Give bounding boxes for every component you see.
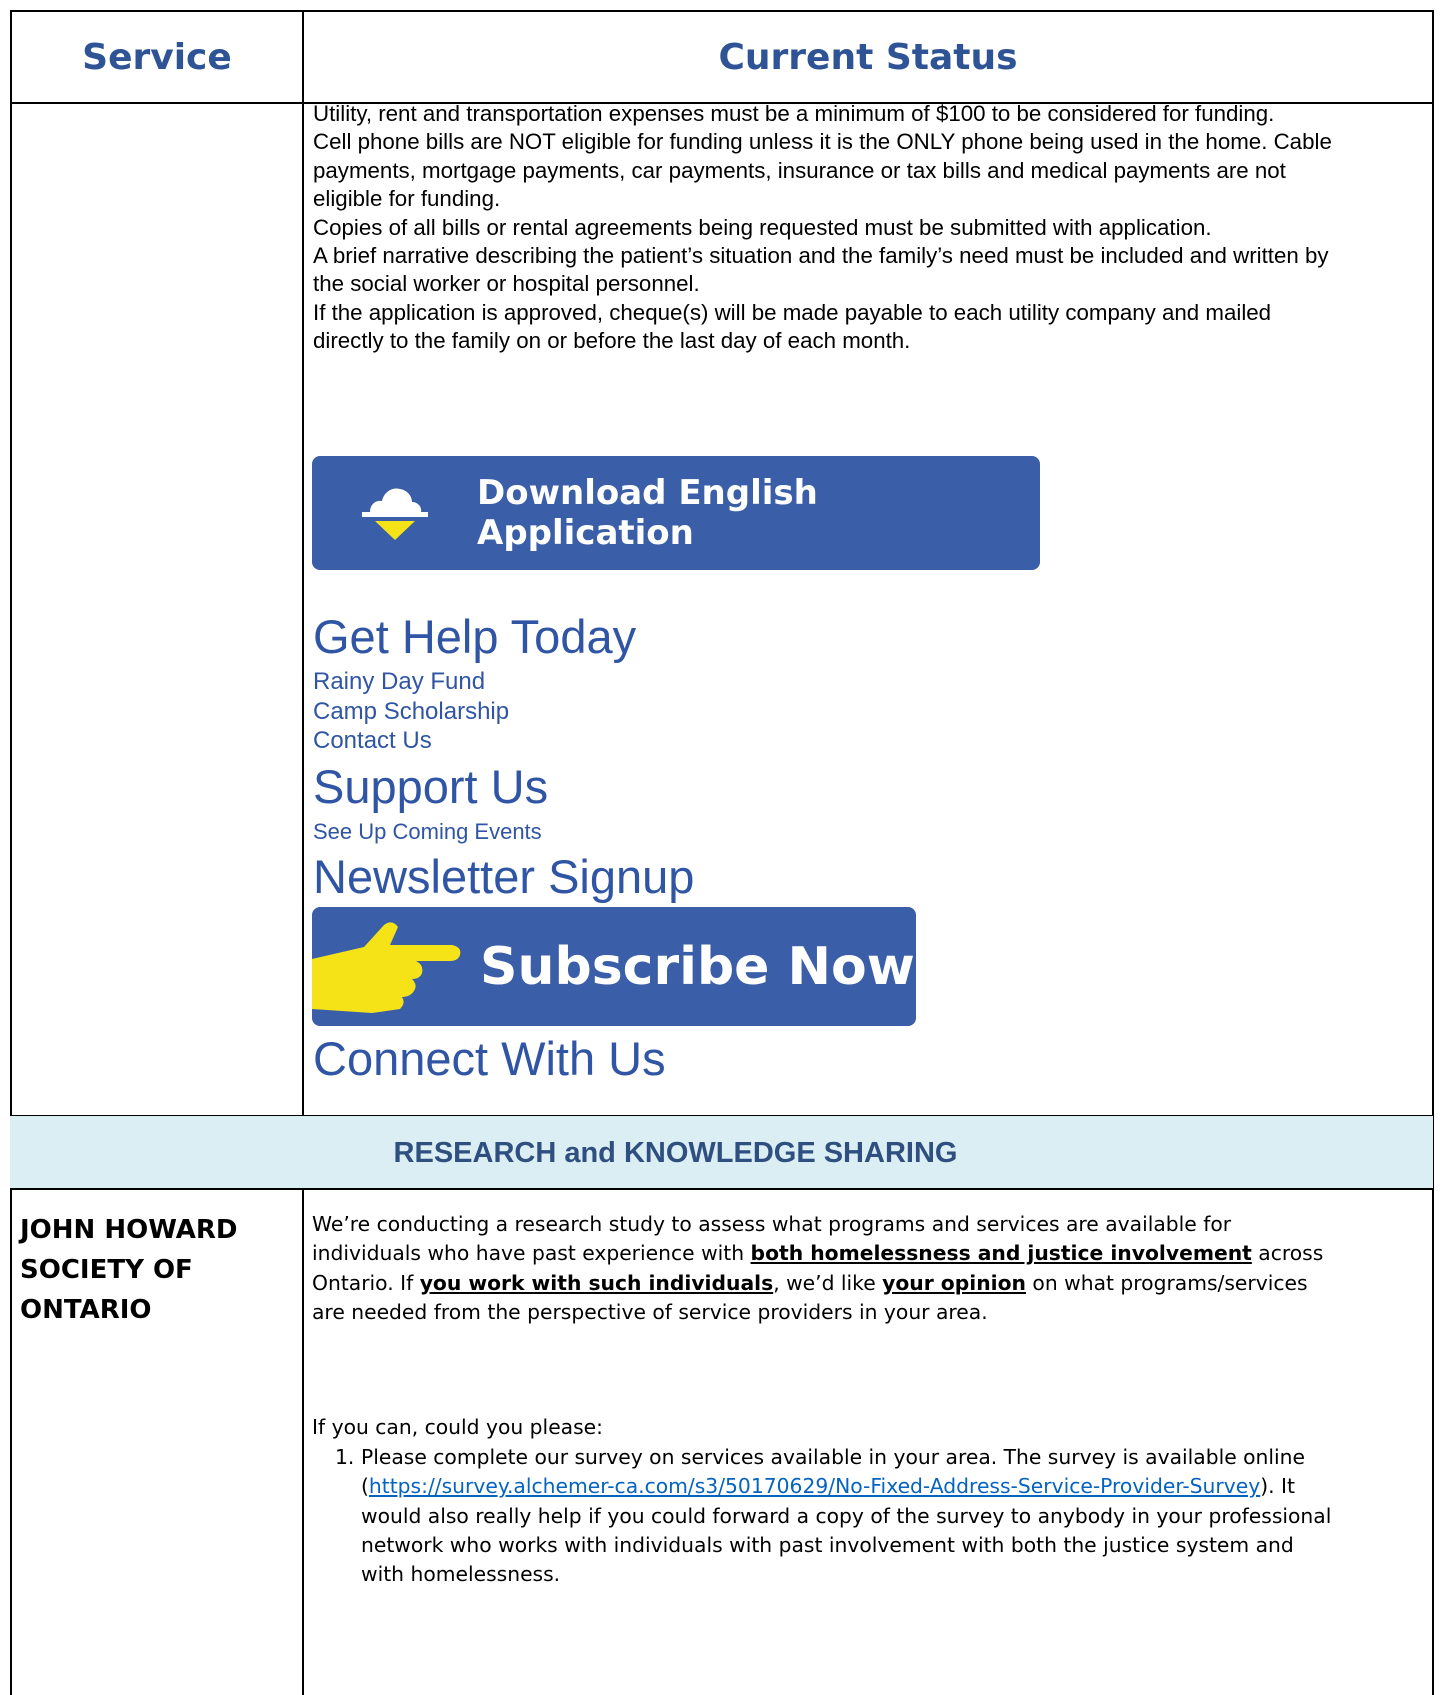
rainy-day-fund-link[interactable]: Rainy Day Fund (313, 667, 485, 696)
research-intro-paragraph: We’re conducting a research study to ass… (312, 1210, 1332, 1327)
emphasis-your-opinion: your opinion (882, 1270, 1026, 1295)
emphasis-homelessness-justice: both homelessness and justice involvemen… (750, 1241, 1252, 1266)
organization-name: JOHN HOWARD SOCIETY OF ONTARIO (20, 1215, 238, 1325)
survey-link[interactable]: https://survey.alchemer-ca.com/s3/501706… (369, 1474, 1260, 1498)
pointing-hand-icon (312, 922, 461, 1013)
column-divider-bottom (302, 1188, 304, 1695)
connect-with-us-heading[interactable]: Connect With Us (313, 1032, 666, 1086)
support-us-heading[interactable]: Support Us (313, 760, 548, 814)
get-help-today-heading[interactable]: Get Help Today (313, 610, 636, 664)
download-english-application-button[interactable]: Download English Application (312, 456, 1040, 570)
intro-text: , we’d like (773, 1270, 883, 1295)
rule-paragraph: Copies of all bills or rental agreements… (313, 214, 1212, 240)
research-intro: We’re conducting a research study to ass… (312, 1210, 1332, 1327)
research-section-title: RESEARCH and KNOWLEDGE SHARING (393, 1137, 958, 1169)
section-band-bottom (10, 1188, 1433, 1190)
download-button-label: Download English Application (477, 473, 818, 553)
subscribe-button-label: Subscribe Now (480, 936, 915, 997)
list-item-text: Please complete our survey on services a… (361, 1443, 1333, 1589)
table-border-left (10, 10, 12, 1695)
newsletter-signup-heading[interactable]: Newsletter Signup (313, 850, 694, 904)
current-status-column-header: Current Status (718, 36, 1018, 78)
emphasis-work-with: you work with such individuals (419, 1270, 774, 1295)
list-number: 1. (335, 1445, 355, 1469)
see-upcoming-events-link[interactable]: See Up Coming Events (313, 817, 542, 846)
service-column-header: Service (82, 36, 232, 78)
contact-us-link[interactable]: Contact Us (313, 726, 432, 755)
rule-paragraph: Cell phone bills are NOT eligible for fu… (313, 129, 1332, 212)
column-divider-top (302, 10, 304, 1115)
rainy-day-fund-rules: Utility, rent and transportation expense… (313, 100, 1333, 356)
subscribe-now-button[interactable]: Subscribe Now (312, 907, 916, 1026)
request-intro: If you can, could you please: (312, 1415, 603, 1439)
rule-paragraph: A brief narrative describing the patient… (313, 243, 1329, 297)
cloud-download-icon (362, 488, 428, 540)
rule-paragraph: If the application is approved, cheque(s… (313, 299, 1272, 354)
camp-scholarship-link[interactable]: Camp Scholarship (313, 697, 509, 726)
table-border-right (1432, 10, 1434, 1695)
rule-paragraph: Utility, rent and transportation expense… (313, 101, 1275, 126)
